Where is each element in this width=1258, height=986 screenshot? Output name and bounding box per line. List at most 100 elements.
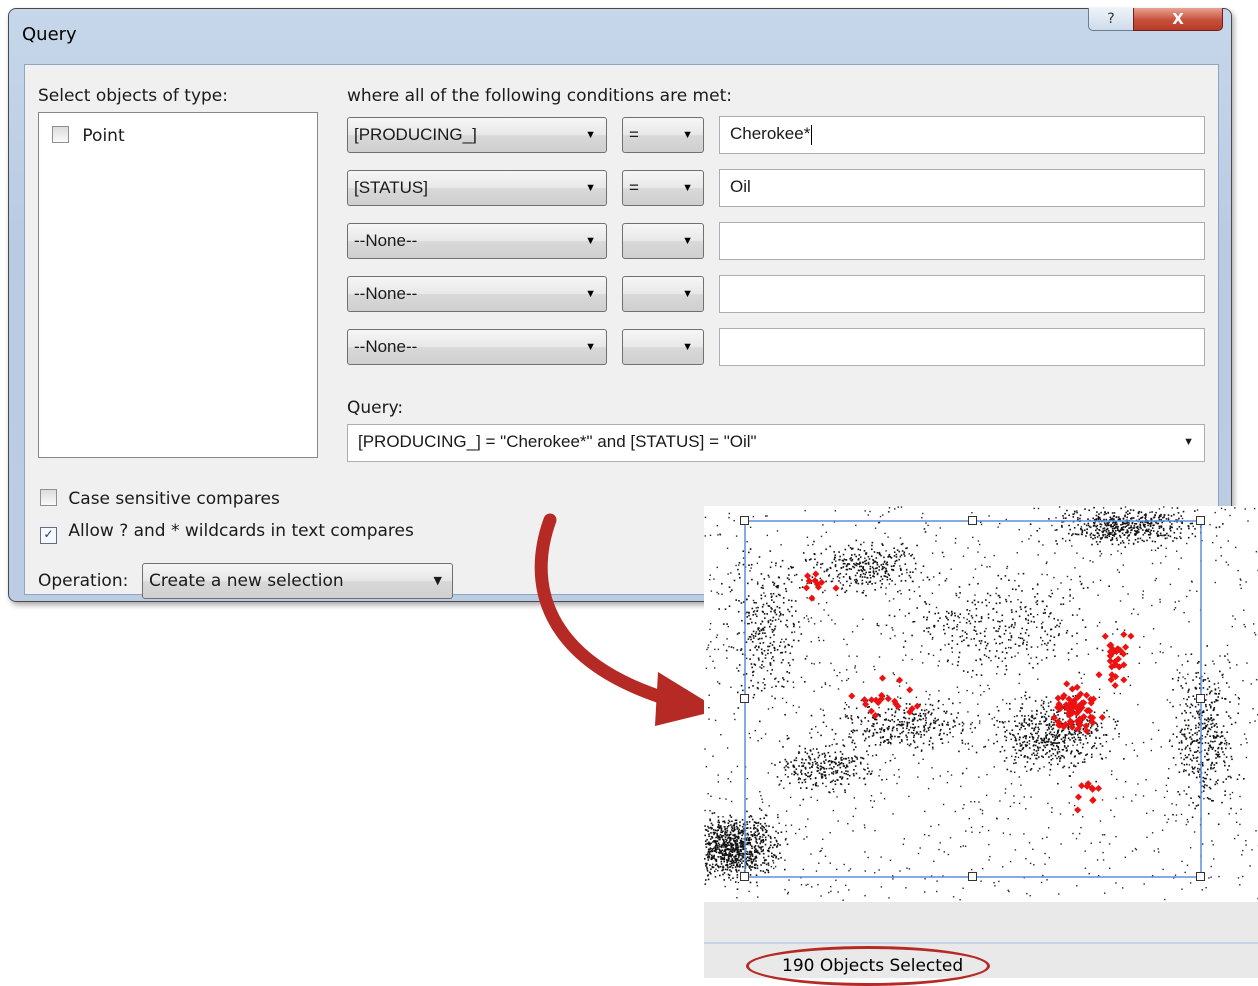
map-point: [756, 829, 758, 831]
operation-select[interactable]: Create a new selection ▼: [142, 563, 453, 599]
map-point: [1067, 745, 1069, 747]
operator-select-1[interactable]: = ▼: [622, 117, 704, 153]
wildcards-checkbox[interactable]: [40, 527, 57, 544]
map-point: [901, 739, 903, 741]
map-point: [857, 625, 858, 626]
close-button[interactable]: X: [1133, 8, 1223, 31]
map-point: [1179, 742, 1181, 744]
map-point: [1019, 729, 1021, 731]
map-point: [737, 874, 739, 876]
map-point: [938, 849, 939, 850]
map-point: [837, 770, 839, 772]
map-point: [1025, 744, 1027, 746]
map-point: [719, 837, 721, 839]
operator-select-5[interactable]: ▼: [622, 329, 704, 365]
map-point: [752, 819, 754, 821]
map-point: [1046, 606, 1048, 608]
operator-select-4[interactable]: ▼: [622, 276, 704, 312]
map-point: [825, 684, 826, 685]
map-point: [754, 865, 756, 867]
map-point: [883, 563, 885, 565]
map-point: [899, 565, 900, 566]
map-point: [1102, 650, 1104, 652]
map-view[interactable]: [704, 506, 1258, 902]
value-input-5[interactable]: [719, 328, 1205, 366]
map-point: [905, 887, 906, 888]
case-sensitive-option[interactable]: Case sensitive compares: [40, 489, 280, 509]
map-point: [908, 613, 910, 615]
map-point: [806, 615, 807, 616]
query-string-combo[interactable]: [PRODUCING_] = "Cherokee*" and [STATUS] …: [347, 424, 1205, 462]
field-select-4[interactable]: --None-- ▼: [347, 276, 607, 312]
map-point: [887, 576, 889, 578]
wildcards-option[interactable]: Allow ? and * wildcards in text compares: [40, 521, 414, 544]
field-select-1[interactable]: [PRODUCING_] ▼: [347, 117, 607, 153]
map-point: [893, 598, 894, 599]
map-point: [1045, 732, 1047, 734]
value-input-4[interactable]: [719, 275, 1205, 313]
map-point: [1008, 579, 1010, 581]
operator-select-2[interactable]: = ▼: [622, 170, 704, 206]
map-point: [1188, 719, 1190, 721]
map-point: [1117, 569, 1118, 570]
map-point: [1029, 723, 1031, 725]
map-point: [1113, 719, 1115, 721]
case-sensitive-checkbox[interactable]: [40, 489, 57, 506]
map-point: [737, 827, 739, 829]
map-point: [714, 667, 715, 668]
map-point: [1198, 661, 1200, 663]
map-point: [1167, 699, 1168, 700]
map-point: [939, 572, 941, 574]
value-input-2[interactable]: Oil: [719, 169, 1205, 207]
map-point: [839, 577, 840, 578]
operator-select-3[interactable]: ▼: [622, 223, 704, 259]
map-point: [1118, 736, 1119, 737]
map-point: [1024, 695, 1026, 697]
map-point: [831, 772, 833, 774]
field-select-3[interactable]: --None-- ▼: [347, 223, 607, 259]
map-point: [729, 866, 731, 868]
point-checkbox[interactable]: [52, 126, 69, 143]
map-point: [836, 779, 838, 781]
help-button[interactable]: ?: [1088, 8, 1134, 31]
map-point: [799, 805, 800, 806]
map-point: [1005, 792, 1006, 793]
map-point: [1168, 777, 1170, 779]
map-point: [953, 896, 954, 897]
map-point: [912, 720, 914, 722]
map-point: [712, 756, 713, 757]
map-point: [1008, 721, 1010, 723]
map-point: [815, 763, 817, 765]
map-point: [890, 734, 892, 736]
map-point: [1059, 760, 1061, 762]
map-point: [752, 671, 754, 673]
map-point: [751, 834, 753, 836]
map-point: [1189, 764, 1190, 765]
map-point: [1162, 830, 1163, 831]
map-point: [1137, 614, 1138, 615]
object-type-list[interactable]: [38, 112, 318, 458]
map-point: [888, 726, 890, 728]
map-point: [754, 851, 756, 853]
list-item-point[interactable]: Point: [52, 126, 125, 146]
value-input-3[interactable]: [719, 222, 1205, 260]
map-point: [1080, 581, 1081, 582]
map-point: [952, 726, 954, 728]
map-point: [1071, 750, 1073, 752]
map-point: [1213, 663, 1214, 664]
field-select-2[interactable]: [STATUS] ▼: [347, 170, 607, 206]
map-point: [756, 851, 758, 853]
map-point: [924, 730, 925, 731]
map-point: [712, 851, 714, 853]
map-point: [759, 836, 760, 837]
map-point: [967, 600, 969, 602]
map-point: [1072, 734, 1074, 736]
map-point: [1219, 756, 1221, 758]
map-point: [1091, 843, 1092, 844]
value-input-1[interactable]: Cherokee*: [719, 116, 1205, 154]
map-point: [1073, 598, 1074, 599]
map-point: [1210, 714, 1212, 716]
map-point: [860, 576, 862, 578]
field-select-5[interactable]: --None-- ▼: [347, 329, 607, 365]
map-point: [759, 838, 761, 840]
